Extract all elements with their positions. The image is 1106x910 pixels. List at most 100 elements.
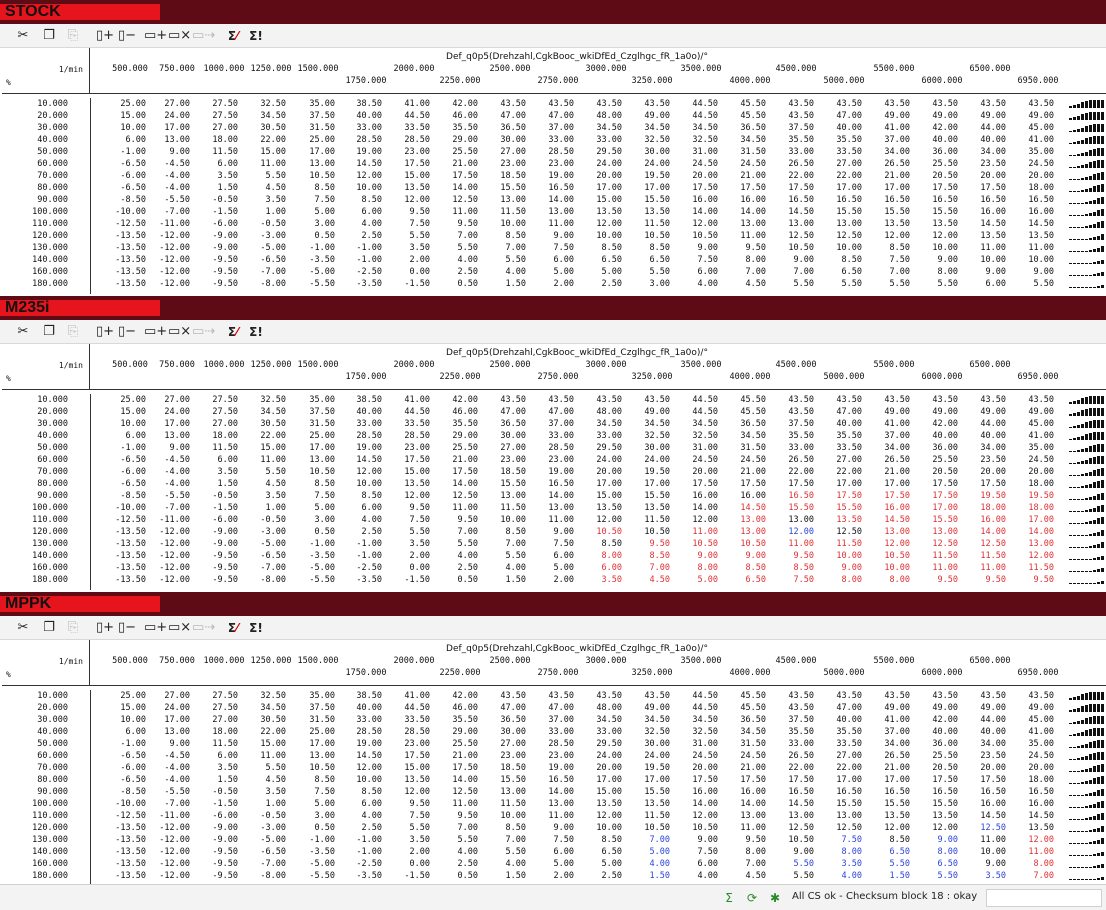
table-cell[interactable]: 35.50 <box>774 134 814 146</box>
column-header-value[interactable]: 5000.000 <box>824 668 865 678</box>
table-cell[interactable]: 17.50 <box>390 454 430 466</box>
checksum-error-icon[interactable]: Σ⁄ <box>222 323 244 341</box>
table-cell[interactable]: 33.00 <box>774 738 814 750</box>
table-cell[interactable]: 21.00 <box>438 454 478 466</box>
table-cell[interactable]: 17.50 <box>870 490 910 502</box>
table-cell[interactable]: 26.50 <box>774 454 814 466</box>
table-cell[interactable]: -10.00 <box>106 206 146 218</box>
table-cell[interactable]: 20.00 <box>966 466 1006 478</box>
table-cell[interactable]: 16.50 <box>966 786 1006 798</box>
table-cell[interactable]: 6.00 <box>342 206 382 218</box>
table-cell[interactable]: 42.00 <box>438 690 478 702</box>
column-header-value[interactable]: 1250.000 <box>251 656 292 666</box>
table-cell[interactable]: 8.00 <box>726 846 766 858</box>
remove-row-icon[interactable]: ▭× <box>168 323 191 341</box>
table-cell[interactable]: 5.50 <box>630 266 670 278</box>
table-cell[interactable]: -1.50 <box>390 574 430 586</box>
table-cell[interactable]: 3.50 <box>822 858 862 870</box>
table-cell[interactable]: 10.00 <box>342 478 382 490</box>
table-cell[interactable]: 7.00 <box>486 242 526 254</box>
table-cell[interactable]: -12.00 <box>150 278 190 290</box>
table-cell[interactable]: 19.00 <box>342 738 382 750</box>
row-header-value[interactable]: 100.000 <box>2 502 68 514</box>
table-cell[interactable]: 11.00 <box>966 242 1006 254</box>
table-cell[interactable]: 13.50 <box>918 218 958 230</box>
table-cell[interactable]: 8.00 <box>726 254 766 266</box>
table-cell[interactable]: 19.50 <box>1014 490 1054 502</box>
table-cell[interactable]: 22.00 <box>822 170 862 182</box>
table-cell[interactable]: 15.00 <box>582 490 622 502</box>
table-cell[interactable]: 16.00 <box>1014 206 1054 218</box>
table-cell[interactable]: 15.00 <box>582 786 622 798</box>
table-cell[interactable]: 16.50 <box>822 194 862 206</box>
table-cell[interactable]: -3.00 <box>246 526 286 538</box>
table-cell[interactable]: 29.50 <box>582 442 622 454</box>
table-cell[interactable]: 27.00 <box>822 158 862 170</box>
table-cell[interactable]: 3.50 <box>198 170 238 182</box>
table-cell[interactable]: 41.00 <box>390 98 430 110</box>
table-cell[interactable]: 27.00 <box>150 394 190 406</box>
table-cell[interactable]: 2.50 <box>342 526 382 538</box>
table-cell[interactable]: 3.50 <box>582 574 622 586</box>
table-cell[interactable]: -1.50 <box>198 206 238 218</box>
table-cell[interactable]: 14.00 <box>438 478 478 490</box>
table-cell[interactable]: 14.50 <box>870 514 910 526</box>
column-header-value[interactable]: 1000.000 <box>204 656 245 666</box>
table-cell[interactable]: 24.00 <box>582 158 622 170</box>
table-cell[interactable]: 27.50 <box>198 394 238 406</box>
table-cell[interactable]: -12.00 <box>150 254 190 266</box>
cut-icon[interactable]: ✂ <box>14 27 32 45</box>
table-cell[interactable]: -4.50 <box>150 454 190 466</box>
table-cell[interactable]: 22.00 <box>822 762 862 774</box>
table-cell[interactable]: 11.50 <box>966 550 1006 562</box>
table-cell[interactable]: 10.00 <box>822 242 862 254</box>
table-cell[interactable]: -9.50 <box>198 574 238 586</box>
column-header-value[interactable]: 2000.000 <box>394 656 435 666</box>
table-cell[interactable]: 2.50 <box>438 266 478 278</box>
table-cell[interactable]: 6.00 <box>198 750 238 762</box>
table-cell[interactable]: 16.00 <box>678 786 718 798</box>
table-cell[interactable]: -1.00 <box>342 538 382 550</box>
table-cell[interactable]: 40.00 <box>342 702 382 714</box>
table-cell[interactable]: -9.50 <box>198 254 238 266</box>
table-cell[interactable]: -3.50 <box>295 550 335 562</box>
column-header-value[interactable]: 500.000 <box>112 64 148 74</box>
column-header-value[interactable]: 3000.000 <box>586 360 627 370</box>
table-cell[interactable]: 35.50 <box>822 134 862 146</box>
table-cell[interactable]: 17.50 <box>438 762 478 774</box>
table-cell[interactable]: -1.50 <box>390 870 430 882</box>
table-cell[interactable]: 44.50 <box>678 98 718 110</box>
table-cell[interactable]: 0.50 <box>295 822 335 834</box>
table-cell[interactable]: 44.50 <box>390 702 430 714</box>
table-cell[interactable]: 7.50 <box>870 254 910 266</box>
table-cell[interactable]: 5.50 <box>438 834 478 846</box>
table-cell[interactable]: 31.00 <box>678 442 718 454</box>
table-cell[interactable]: 18.00 <box>1014 774 1054 786</box>
table-cell[interactable]: 11.00 <box>438 206 478 218</box>
table-cell[interactable]: 15.00 <box>246 442 286 454</box>
add-column-icon[interactable]: ▯+ <box>96 619 114 637</box>
table-cell[interactable]: 2.00 <box>390 550 430 562</box>
table-cell[interactable]: 12.00 <box>678 810 718 822</box>
table-cell[interactable]: -4.00 <box>150 466 190 478</box>
table-cell[interactable]: 23.00 <box>486 158 526 170</box>
table-cell[interactable]: 28.50 <box>342 726 382 738</box>
settings-icon[interactable]: ✱ <box>768 891 782 905</box>
table-cell[interactable]: 25.00 <box>295 430 335 442</box>
row-header-value[interactable]: 10.000 <box>2 394 68 406</box>
table-cell[interactable]: -1.00 <box>342 242 382 254</box>
table-cell[interactable]: 45.50 <box>726 110 766 122</box>
table-cell[interactable]: 33.00 <box>534 726 574 738</box>
table-cell[interactable]: 6.00 <box>966 278 1006 290</box>
table-cell[interactable]: 16.50 <box>1014 194 1054 206</box>
table-cell[interactable]: 45.50 <box>726 406 766 418</box>
table-cell[interactable]: 44.00 <box>966 418 1006 430</box>
table-cell[interactable]: 40.00 <box>342 406 382 418</box>
table-cell[interactable]: 15.50 <box>870 206 910 218</box>
table-cell[interactable]: 6.50 <box>870 846 910 858</box>
table-cell[interactable]: 7.00 <box>486 538 526 550</box>
table-cell[interactable]: 10.50 <box>678 822 718 834</box>
table-cell[interactable]: 15.50 <box>486 774 526 786</box>
table-cell[interactable]: 18.00 <box>1014 502 1054 514</box>
fill-icon[interactable]: ▭⇢ <box>192 27 215 45</box>
